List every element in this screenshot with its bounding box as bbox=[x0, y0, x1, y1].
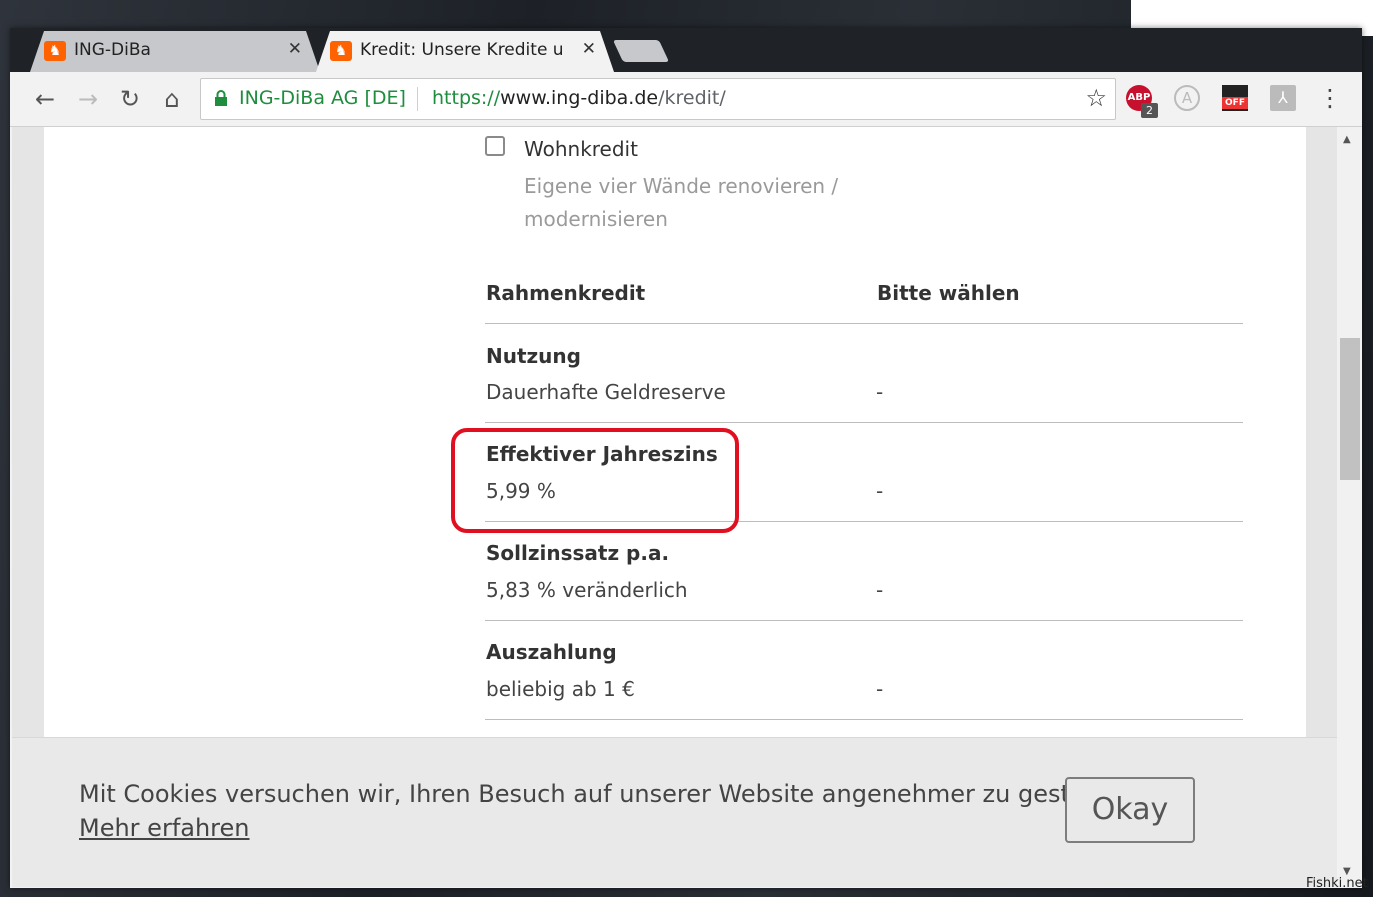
tab-kredit[interactable]: ♞ Kredit: Unsere Kredite un ✕ bbox=[316, 31, 614, 72]
omnibox-divider bbox=[417, 87, 418, 111]
pdf-extension-icon[interactable]: ⅄ bbox=[1270, 85, 1296, 111]
close-icon[interactable]: ✕ bbox=[582, 39, 596, 59]
home-icon[interactable]: ⌂ bbox=[157, 84, 187, 114]
red-highlight-annotation bbox=[451, 428, 739, 533]
browser-menu-icon[interactable]: ⋮ bbox=[1318, 84, 1342, 112]
divider bbox=[485, 620, 1243, 621]
watermark: Fishki.net bbox=[1306, 876, 1368, 891]
new-tab-button[interactable] bbox=[612, 40, 670, 62]
divider bbox=[485, 422, 1243, 423]
cookie-okay-button[interactable]: Okay bbox=[1065, 777, 1195, 843]
address-bar[interactable]: ING-DiBa AG [DE] https://www.ing-diba.de… bbox=[200, 78, 1116, 120]
description-line: modernisieren bbox=[524, 207, 668, 231]
ing-lion-icon: ♞ bbox=[330, 41, 352, 61]
tab-ing-diba[interactable]: ♞ ING-DiBa ✕ bbox=[30, 31, 320, 72]
bookmark-star-icon[interactable]: ☆ bbox=[1085, 84, 1107, 112]
row-choice: - bbox=[876, 578, 884, 602]
row-choice: - bbox=[876, 479, 884, 503]
adblock-badge: 2 bbox=[1141, 103, 1158, 118]
cookie-message: Mit Cookies versuchen wir, Ihren Besuch … bbox=[79, 780, 1139, 808]
site-identity: ING-DiBa AG [DE] bbox=[239, 87, 406, 109]
ing-lion-icon: ♞ bbox=[44, 41, 66, 61]
reload-icon[interactable]: ↻ bbox=[115, 84, 145, 114]
tab-title: Kredit: Unsere Kredite un bbox=[360, 40, 565, 60]
row-label-auszahlung: Auszahlung bbox=[486, 640, 617, 664]
url-host: www.ing-diba.de bbox=[500, 87, 659, 109]
row-value-nutzung: Dauerhafte Geldreserve bbox=[486, 380, 726, 404]
row-choice: - bbox=[876, 677, 884, 701]
row-value-auszahlung: beliebig ab 1 € bbox=[486, 677, 635, 701]
row-value-sollzinssatz: 5,83 % veränderlich bbox=[486, 578, 688, 602]
extension-a-icon[interactable]: A bbox=[1174, 85, 1200, 111]
table-header-product: Rahmenkredit bbox=[486, 281, 646, 305]
divider bbox=[485, 323, 1243, 324]
checkbox-description: Eigene vier Wände renovieren / modernisi… bbox=[524, 170, 844, 236]
table-header-choice: Bitte wählen bbox=[877, 281, 1020, 305]
light-off-icon[interactable]: OFF bbox=[1222, 85, 1248, 111]
back-arrow-icon[interactable]: ← bbox=[30, 84, 60, 114]
row-label-sollzinssatz: Sollzinssatz p.a. bbox=[486, 541, 670, 565]
tab-title: ING-DiBa bbox=[74, 40, 151, 60]
row-choice: - bbox=[876, 380, 884, 404]
checkbox-label[interactable]: Wohnkredit bbox=[524, 137, 638, 161]
close-icon[interactable]: ✕ bbox=[288, 39, 302, 59]
scroll-up-icon[interactable]: ▲ bbox=[1343, 134, 1351, 145]
url-path: /kredit/ bbox=[658, 87, 726, 109]
divider bbox=[485, 719, 1243, 720]
scrollbar[interactable] bbox=[1338, 127, 1360, 886]
forward-arrow-icon[interactable]: → bbox=[73, 84, 103, 114]
lock-icon bbox=[215, 90, 227, 106]
off-label: OFF bbox=[1222, 97, 1248, 109]
url-protocol: https:// bbox=[432, 87, 501, 109]
cookie-learn-more-link[interactable]: Mehr erfahren bbox=[79, 814, 250, 842]
url-text: https://www.ing-diba.de/kredit/ bbox=[432, 87, 726, 109]
wohnkredit-checkbox[interactable] bbox=[485, 136, 505, 156]
row-label-nutzung: Nutzung bbox=[486, 344, 581, 368]
description-line: Eigene vier Wände renovieren / bbox=[524, 174, 839, 198]
scrollbar-thumb[interactable] bbox=[1340, 338, 1360, 480]
